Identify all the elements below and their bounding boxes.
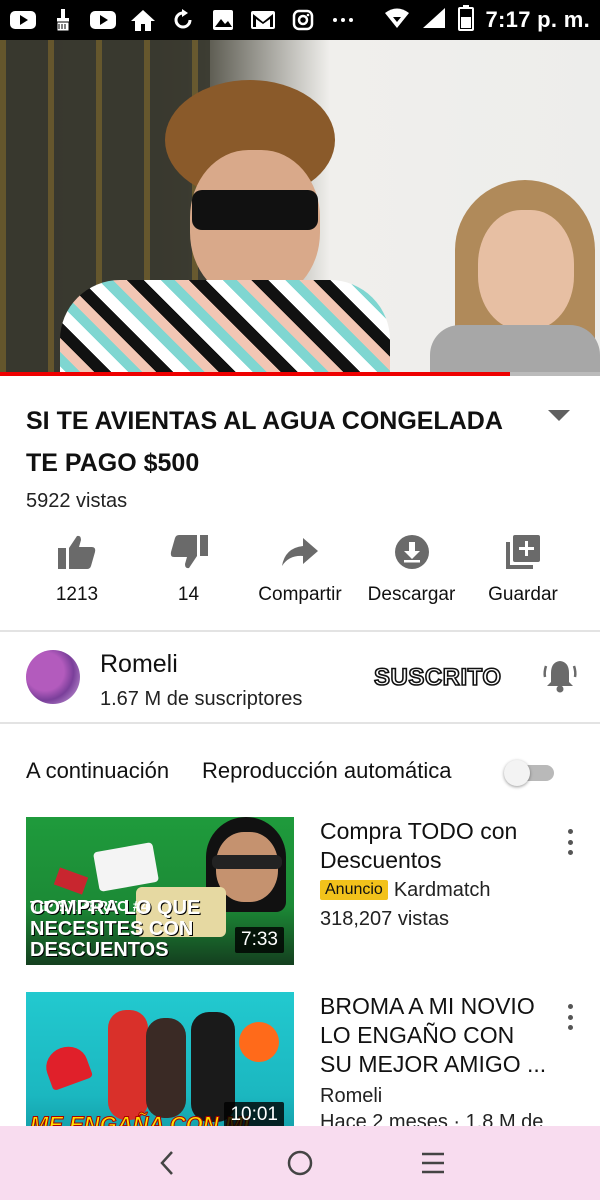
subscriber-count: 1.67 M de suscriptores — [100, 688, 303, 710]
video-duration: 7:33 — [235, 927, 284, 953]
video-duration: 10:01 — [224, 1102, 284, 1126]
like-button[interactable]: 1213 — [22, 532, 132, 612]
dislike-button[interactable]: 14 — [134, 532, 244, 612]
divider — [0, 630, 600, 632]
navigation-bar — [0, 1126, 600, 1200]
share-button[interactable]: Compartir — [245, 532, 355, 612]
gallery-icon — [210, 9, 236, 31]
video-channel: Kardmatch — [393, 879, 491, 901]
youtube-icon — [10, 9, 36, 31]
download-button[interactable]: Descargar — [357, 532, 467, 612]
instagram-icon — [290, 9, 316, 31]
thumbnail-caption: ME ENGAÑA CON MI — [29, 1112, 250, 1127]
expand-description-icon[interactable] — [548, 410, 570, 421]
refresh-icon — [170, 9, 196, 31]
thumbnail-caption: COMPRA LO QUE NECESITES CON DESCUENTOS — [30, 897, 201, 961]
video-views: 318,207 vistas — [320, 908, 449, 930]
video-thumbnail[interactable]: ME ENGAÑA CON MI 10:01 — [26, 992, 294, 1126]
status-bar: 7:17 p. m. — [0, 0, 600, 40]
back-icon[interactable] — [147, 1143, 187, 1183]
up-next-label: A continuación — [26, 758, 170, 783]
save-button[interactable]: Guardar — [468, 532, 578, 612]
battery-icon — [457, 4, 474, 36]
more-icon — [330, 9, 356, 31]
video-progress-fill — [0, 372, 510, 376]
more-options-icon[interactable] — [564, 1004, 574, 1030]
wifi-icon — [384, 7, 410, 34]
video-progress-bar[interactable] — [0, 372, 600, 376]
video-title[interactable]: Compra TODO con Descuentos — [320, 817, 550, 875]
autoplay-label: Reproducción automática — [202, 758, 452, 783]
divider — [0, 722, 600, 724]
channel-avatar[interactable] — [26, 650, 80, 704]
brush-icon — [50, 9, 76, 31]
signal-icon — [422, 7, 446, 34]
home-icon — [130, 9, 156, 31]
home-circle-icon[interactable] — [280, 1143, 320, 1183]
share-icon — [280, 532, 320, 572]
download-icon — [392, 532, 432, 572]
youtube-icon — [90, 9, 116, 31]
view-count: 5922 vistas — [26, 490, 128, 512]
more-options-icon[interactable] — [564, 829, 576, 855]
thumbs-down-icon — [169, 532, 209, 572]
video-player[interactable] — [0, 40, 600, 376]
list-item[interactable]: TIP EXPERTO #4 COMPRA LO QUE NECESITES C… — [26, 817, 574, 967]
channel-name[interactable]: Romeli — [100, 650, 178, 679]
ad-badge: Anuncio — [320, 880, 388, 900]
gmail-icon — [250, 9, 276, 31]
autoplay-toggle[interactable] — [504, 760, 554, 786]
notification-bell-icon[interactable] — [542, 658, 578, 694]
video-actions: 1213 14 Compartir Descargar Guardar — [22, 532, 578, 612]
thumbs-up-icon — [57, 532, 97, 572]
video-title[interactable]: BROMA A MI NOVIO LO ENGAÑO CON SU MEJOR … — [320, 992, 550, 1079]
video-meta: Hace 2 meses · 1.8 M de — [320, 1111, 544, 1126]
clock: 7:17 p. m. — [485, 7, 590, 32]
recents-icon[interactable] — [413, 1143, 453, 1183]
add-to-playlist-icon — [503, 532, 543, 572]
subscribe-button[interactable]: SUSCRITO — [373, 663, 502, 692]
video-title: SI TE AVIENTAS AL AGUA CONGELADA TE PAGO… — [26, 407, 502, 477]
video-thumbnail[interactable]: TIP EXPERTO #4 COMPRA LO QUE NECESITES C… — [26, 817, 294, 965]
video-channel: Romeli — [320, 1085, 383, 1107]
list-item[interactable]: ME ENGAÑA CON MI 10:01 BROMA A MI NOVIO … — [26, 992, 574, 1126]
